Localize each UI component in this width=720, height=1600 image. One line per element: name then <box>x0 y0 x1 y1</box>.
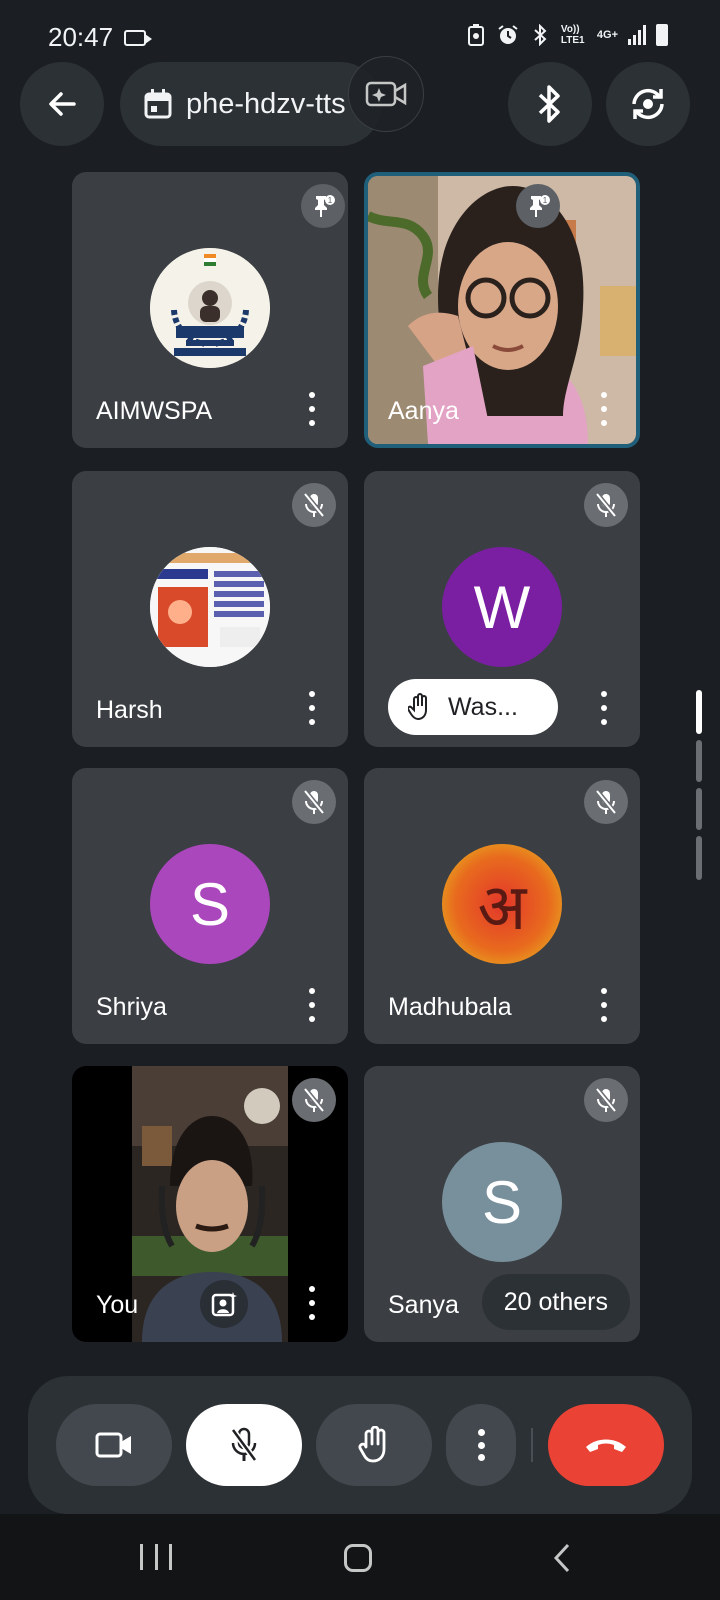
more-options-icon[interactable] <box>592 988 616 1022</box>
self-view-tile[interactable]: You <box>72 1066 348 1342</box>
participant-name: Madhubala <box>388 993 512 1021</box>
signal-icon <box>628 25 646 45</box>
camera-toggle-button[interactable] <box>56 1404 172 1486</box>
participant-name: Harsh <box>96 696 163 724</box>
avatar-initial: S <box>481 1168 523 1236</box>
organization-logo <box>150 248 270 368</box>
bluetooth-status-icon <box>529 24 551 46</box>
back-chevron-icon <box>553 1543 570 1573</box>
raise-hand-icon <box>358 1426 386 1463</box>
calendar-icon <box>144 89 172 119</box>
network-type-label: 4G+ <box>596 29 618 41</box>
participant-tile-active-speaker[interactable]: 1 Aanya <box>364 172 640 448</box>
video-effects-icon <box>365 81 407 107</box>
system-nav-bar <box>0 1514 720 1600</box>
audio-output-button[interactable] <box>508 62 592 146</box>
avatar-initial: S <box>189 870 231 938</box>
alarm-icon <box>497 24 519 46</box>
meeting-info-button[interactable]: phe-hdzv-tts <box>120 62 382 146</box>
mic-toggle-button[interactable] <box>186 1404 302 1486</box>
more-options-icon[interactable] <box>300 691 324 725</box>
avatar-glyph: अ <box>477 870 527 945</box>
meeting-header: phe-hdzv-tts <box>0 56 720 146</box>
mic-off-icon <box>292 1078 336 1122</box>
mic-off-icon <box>584 1078 628 1122</box>
status-icons: Vo)) LTE1 4G+ <box>465 24 668 46</box>
meeting-code: phe-hdzv-tts <box>186 87 346 120</box>
back-arrow-icon <box>49 92 76 116</box>
participant-tile[interactable]: W Was... <box>364 471 640 747</box>
avatar-initial: W <box>473 573 531 641</box>
svg-text:1: 1 <box>328 196 333 205</box>
video-effects-button[interactable] <box>348 56 424 132</box>
status-bar: 20:47 Vo)) LTE1 4G+ <box>0 0 720 60</box>
network-label: Vo)) LTE1 <box>560 24 585 46</box>
switch-camera-button[interactable] <box>606 62 690 146</box>
call-controls <box>28 1376 692 1514</box>
more-options-icon <box>477 1429 485 1461</box>
others-count-button[interactable]: 20 others <box>481 1274 630 1330</box>
participant-tile[interactable]: Harsh <box>72 471 348 747</box>
avatar: S <box>150 844 270 964</box>
end-call-icon <box>586 1439 626 1452</box>
more-options-icon[interactable] <box>592 392 616 426</box>
recent-apps-button[interactable] <box>140 1544 172 1572</box>
avatar: W <box>442 547 562 667</box>
participant-name: You <box>96 1291 139 1319</box>
back-button[interactable] <box>20 62 104 146</box>
raise-hand-icon <box>408 693 427 721</box>
bluetooth-icon <box>538 85 560 123</box>
data-saver-icon <box>465 24 487 46</box>
switch-camera-icon <box>632 88 664 120</box>
participant-name: Was... <box>448 692 518 721</box>
home-button[interactable] <box>344 1544 372 1572</box>
profile-image: अ <box>442 844 562 964</box>
mic-off-icon <box>292 483 336 527</box>
raise-hand-button[interactable] <box>316 1404 432 1486</box>
divider <box>531 1428 533 1462</box>
mic-off-icon <box>230 1427 258 1462</box>
more-options-icon[interactable] <box>300 1286 324 1320</box>
svg-text:1: 1 <box>543 196 548 205</box>
clock: 20:47 <box>48 22 114 52</box>
participant-name: Aanya <box>388 397 459 425</box>
profile-image <box>150 547 270 667</box>
camera-icon <box>95 1432 131 1458</box>
participant-tile[interactable]: 1 AIMWSPA <box>72 172 348 448</box>
more-options-icon[interactable] <box>300 988 324 1022</box>
raised-hand-badge[interactable]: Was... <box>388 679 558 735</box>
battery-icon <box>656 24 668 46</box>
mic-off-icon <box>584 780 628 824</box>
portrait-effects-icon <box>211 1292 237 1317</box>
more-options-button[interactable] <box>446 1404 516 1486</box>
pin-icon[interactable]: 1 <box>301 184 345 228</box>
avatar: S <box>442 1142 562 1262</box>
participant-name: Shriya <box>96 993 167 1021</box>
others-count-label: 20 others <box>503 1287 608 1316</box>
background-effects-button[interactable] <box>200 1280 248 1328</box>
mic-off-icon <box>584 483 628 527</box>
participant-tile[interactable]: S Sanya 20 others <box>364 1066 640 1342</box>
more-options-icon[interactable] <box>300 392 324 426</box>
screen-record-icon <box>124 30 152 46</box>
participant-tile[interactable]: S Shriya <box>72 768 348 1044</box>
more-options-icon[interactable] <box>592 691 616 725</box>
pin-icon[interactable]: 1 <box>516 184 560 228</box>
participant-tile[interactable]: अ Madhubala <box>364 768 640 1044</box>
end-call-button[interactable] <box>548 1404 664 1486</box>
participant-name: AIMWSPA <box>96 397 213 425</box>
back-nav-button[interactable] <box>548 1542 578 1574</box>
mic-off-icon <box>292 780 336 824</box>
participant-name: Sanya <box>388 1291 459 1319</box>
